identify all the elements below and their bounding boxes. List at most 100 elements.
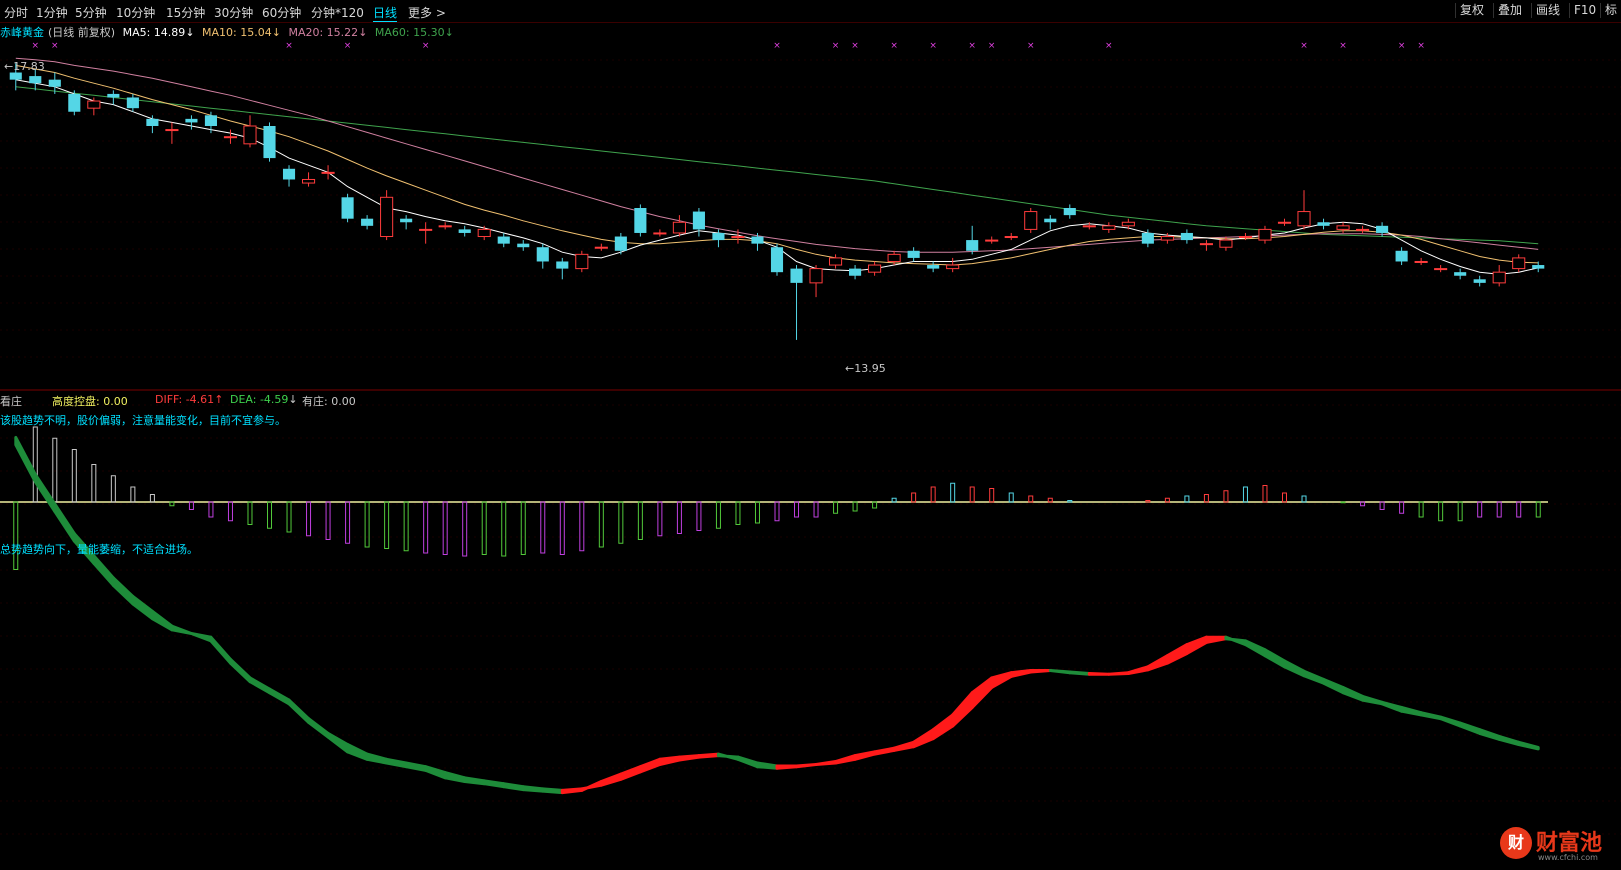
candle-body bbox=[1063, 208, 1076, 216]
hist-bar bbox=[149, 494, 155, 503]
hist-bar bbox=[696, 501, 702, 531]
ribbon-segment bbox=[326, 731, 350, 754]
hist-bar bbox=[1203, 494, 1209, 503]
candle-body bbox=[1160, 236, 1174, 241]
candle-body bbox=[263, 126, 276, 159]
ribbon-segment bbox=[1322, 677, 1345, 695]
ribbon-segment bbox=[990, 671, 1013, 689]
candle-body bbox=[770, 247, 784, 273]
hist-bar bbox=[676, 501, 682, 534]
ribbon-segment bbox=[1126, 665, 1150, 675]
ribbon-segment bbox=[677, 754, 701, 762]
hist-bar bbox=[501, 501, 507, 557]
hist-bar bbox=[540, 501, 546, 554]
candle-body bbox=[712, 232, 725, 241]
signal-x-icon: × bbox=[773, 41, 781, 51]
candle-body bbox=[809, 268, 823, 284]
ribbon-segment bbox=[1380, 700, 1404, 713]
ribbon-segment bbox=[775, 764, 798, 770]
signal-x-icon: × bbox=[988, 41, 996, 51]
low-price-value: 13.95 bbox=[854, 362, 886, 375]
ribbon-segment bbox=[33, 472, 57, 513]
ribbon-segment bbox=[170, 624, 193, 635]
ribbon-segment bbox=[307, 717, 330, 739]
candle-body bbox=[458, 229, 471, 233]
candle-body bbox=[321, 171, 335, 174]
candle-body bbox=[185, 118, 198, 123]
ribbon-segment bbox=[189, 632, 213, 643]
ribbon-segment bbox=[1361, 694, 1384, 706]
low-price-label: ←13.95 bbox=[845, 362, 886, 375]
candle-body bbox=[1376, 225, 1389, 233]
ribbon-segment bbox=[1146, 654, 1169, 672]
candle-body bbox=[1141, 232, 1154, 244]
control-label: 高度控盘: 0.00 bbox=[52, 395, 128, 408]
candle-body bbox=[1238, 236, 1253, 239]
candle-body bbox=[985, 239, 999, 242]
ribbon-segment bbox=[502, 782, 525, 792]
hist-bar bbox=[872, 501, 878, 509]
candle-body bbox=[87, 100, 101, 109]
indicator-name[interactable]: 看庄 bbox=[0, 393, 22, 409]
candle-body bbox=[536, 247, 549, 262]
signal-x-icon: × bbox=[1398, 41, 1406, 51]
candle-body bbox=[48, 79, 61, 87]
brand-logo-icon: 财 bbox=[1500, 827, 1532, 859]
candle-body bbox=[1532, 265, 1545, 269]
ribbon-segment bbox=[1419, 711, 1443, 721]
dealer-label: 有庄: 0.00 bbox=[302, 395, 356, 408]
ribbon-segment bbox=[756, 761, 779, 770]
hist-bar bbox=[403, 501, 409, 552]
candle-body bbox=[868, 264, 882, 273]
hist-bar bbox=[188, 501, 194, 510]
watermark: 财 财富池 www.cfchi.com bbox=[1500, 825, 1615, 865]
candle-body bbox=[653, 232, 667, 235]
candle-body bbox=[380, 196, 394, 238]
brand-url: www.cfchi.com bbox=[1538, 853, 1598, 862]
candle-body bbox=[751, 236, 764, 244]
ribbon-segment bbox=[1165, 643, 1189, 665]
hist-bar bbox=[1399, 501, 1405, 514]
candle-body bbox=[243, 125, 257, 145]
candle-body bbox=[575, 253, 589, 270]
hist-bar bbox=[657, 501, 663, 537]
ribbon-segment bbox=[716, 752, 740, 761]
ribbon-segment bbox=[541, 787, 564, 795]
candle-body bbox=[361, 218, 374, 226]
ribbon-segment bbox=[1263, 648, 1286, 669]
candle-body bbox=[829, 257, 843, 266]
hist-bar bbox=[715, 501, 721, 529]
signal-x-icon: × bbox=[422, 41, 430, 51]
ribbon-segment bbox=[1244, 639, 1267, 658]
ribbon-segment bbox=[736, 755, 759, 769]
ribbon-segment bbox=[1497, 734, 1521, 746]
ribbon-segment bbox=[1048, 669, 1072, 675]
candle-body bbox=[692, 211, 705, 230]
hist-bar bbox=[71, 449, 77, 503]
candle-body bbox=[731, 236, 745, 239]
chart-canvas[interactable]: × × × × × × × × × × × × × × × × × × bbox=[0, 0, 1621, 870]
candle-body bbox=[146, 118, 159, 126]
ribbon-segment bbox=[229, 657, 252, 684]
hist-bar bbox=[852, 501, 858, 512]
ribbon-segment bbox=[53, 502, 76, 543]
ribbon-segment bbox=[814, 760, 838, 766]
candle-body bbox=[1219, 239, 1233, 248]
candle-body bbox=[614, 236, 627, 251]
candle-body bbox=[438, 225, 452, 228]
candle-body bbox=[9, 72, 22, 80]
candle-body bbox=[223, 136, 238, 139]
ribbon-segment bbox=[92, 554, 115, 587]
candle-body bbox=[672, 221, 686, 234]
ribbon-segment bbox=[482, 779, 506, 789]
signal-x-icon: × bbox=[1339, 41, 1347, 51]
hist-bar bbox=[1281, 492, 1287, 503]
candle-body bbox=[126, 97, 139, 109]
comment-1: 该股趋势不明，股价偏弱，注意量能变化，目前不宜参与。 bbox=[0, 414, 286, 427]
hist-bar bbox=[306, 501, 312, 537]
hist-bar bbox=[1262, 485, 1268, 503]
hist-bar bbox=[462, 501, 468, 557]
ribbon-segment bbox=[873, 746, 896, 756]
signal-x-icon: × bbox=[32, 41, 40, 51]
candle-body bbox=[1317, 222, 1330, 226]
